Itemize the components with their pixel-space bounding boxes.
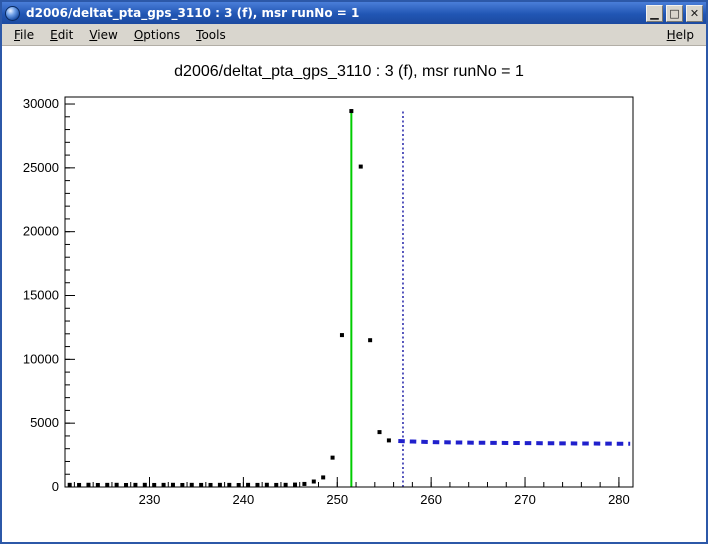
svg-text:230: 230 bbox=[139, 492, 161, 507]
svg-text:250: 250 bbox=[326, 492, 348, 507]
svg-text:240: 240 bbox=[233, 492, 255, 507]
menu-edit[interactable]: Edit bbox=[42, 26, 81, 44]
svg-text:20000: 20000 bbox=[23, 224, 59, 239]
chart-title: d2006/deltat_pta_gps_3110 : 3 (f), msr r… bbox=[174, 63, 524, 80]
svg-text:270: 270 bbox=[514, 492, 536, 507]
svg-text:5000: 5000 bbox=[30, 415, 59, 430]
menu-view[interactable]: View bbox=[81, 26, 125, 44]
plot-frame bbox=[65, 97, 633, 487]
svg-text:10000: 10000 bbox=[23, 351, 59, 366]
svg-text:280: 280 bbox=[608, 492, 630, 507]
y-axis: 0 5000 10000 15000 20000 25000 30000 bbox=[23, 96, 75, 494]
svg-text:30000: 30000 bbox=[23, 96, 59, 111]
histogram-points bbox=[68, 109, 391, 487]
svg-text:260: 260 bbox=[420, 492, 442, 507]
titlebar[interactable]: d2006/deltat_pta_gps_3110 : 3 (f), msr r… bbox=[2, 2, 706, 24]
app-icon[interactable] bbox=[5, 6, 20, 21]
background-dashed-line bbox=[398, 441, 630, 444]
chart-svg[interactable]: d2006/deltat_pta_gps_3110 : 3 (f), msr r… bbox=[2, 46, 706, 542]
close-button[interactable]: ✕ bbox=[686, 5, 703, 22]
menu-options[interactable]: Options bbox=[126, 26, 188, 44]
maximize-button[interactable]: □ bbox=[666, 5, 683, 22]
svg-text:0: 0 bbox=[52, 479, 59, 494]
menubar: File Edit View Options Tools Help bbox=[2, 24, 706, 46]
svg-text:25000: 25000 bbox=[23, 160, 59, 175]
svg-text:15000: 15000 bbox=[23, 288, 59, 303]
minimize-button[interactable]: ▁ bbox=[646, 5, 663, 22]
window-title: d2006/deltat_pta_gps_3110 : 3 (f), msr r… bbox=[23, 2, 643, 24]
menu-tools[interactable]: Tools bbox=[188, 26, 234, 44]
menu-file[interactable]: File bbox=[6, 26, 42, 44]
app-window: d2006/deltat_pta_gps_3110 : 3 (f), msr r… bbox=[0, 0, 708, 544]
menu-help[interactable]: Help bbox=[659, 26, 702, 44]
plot-canvas[interactable]: d2006/deltat_pta_gps_3110 : 3 (f), msr r… bbox=[2, 46, 706, 542]
